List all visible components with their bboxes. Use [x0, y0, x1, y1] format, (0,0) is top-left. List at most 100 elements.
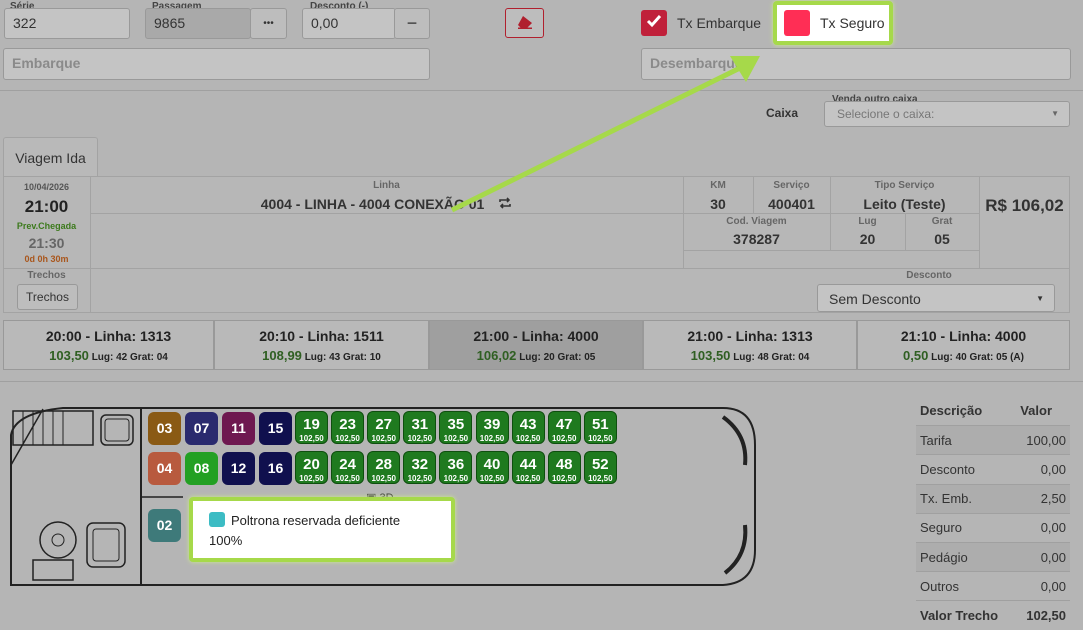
seat-47[interactable]: 47 102,50: [547, 411, 581, 444]
summary-row-value: 0,00: [1040, 520, 1066, 536]
chevron-down-icon: ▼: [1036, 294, 1044, 303]
seat-07[interactable]: 07: [185, 412, 218, 445]
trip-option[interactable]: 21:10 - Linha: 4000 0,50 Lug: 40 Grat: 05…: [857, 320, 1070, 370]
seat-19[interactable]: 19 102,50: [295, 411, 328, 444]
tx-embarque-checkbox[interactable]: [641, 10, 667, 36]
seat-35[interactable]: 35 102,50: [439, 411, 473, 444]
seat-number: 40: [483, 456, 501, 473]
seat-39[interactable]: 39 102,50: [475, 411, 509, 444]
seat-12[interactable]: 12: [222, 452, 255, 485]
trip-option-lug: 40: [955, 352, 967, 363]
seat-price: 102,50: [479, 474, 505, 483]
repeat-icon[interactable]: [498, 196, 512, 212]
lug-value: 20: [859, 231, 876, 247]
seat-number: 47: [555, 416, 573, 433]
summary-head-desc: Descrição: [920, 403, 983, 419]
servico-value: 400401: [768, 196, 815, 212]
seat-04[interactable]: 04: [148, 452, 181, 485]
seat-28[interactable]: 28 102,50: [367, 451, 401, 484]
trip-option[interactable]: 21:00 - Linha: 4000 106,02 Lug: 20 Grat: …: [429, 320, 643, 370]
summary-row-label: Tarifa: [920, 432, 952, 448]
desconto-input[interactable]: 0,00: [302, 8, 396, 39]
summary-total-label: Valor Trecho: [920, 607, 999, 623]
tab-viagem-ida[interactable]: Viagem Ida: [3, 137, 98, 177]
trip-option-title: 20:00 - Linha: 1313: [45, 328, 172, 344]
trip-option-price: 103,50: [690, 348, 731, 363]
seat-number: 20: [303, 456, 320, 473]
seat-price: 102,50: [515, 434, 541, 443]
tx-seguro-checkbox[interactable]: [784, 10, 810, 36]
summary-row: Outros 0,00: [916, 571, 1070, 600]
trip-option-grat-label: Grat:: [130, 352, 154, 363]
seat-16[interactable]: 16: [259, 452, 292, 485]
trip-option-lug-label: Lug:: [304, 352, 327, 363]
seat-20[interactable]: 20 102,50: [295, 451, 328, 484]
passagem-input[interactable]: 9865: [145, 8, 251, 39]
trip-option[interactable]: 20:00 - Linha: 1313 103,50 Lug: 42 Grat: …: [3, 320, 214, 370]
seat-number: 31: [411, 416, 429, 433]
summary-row: Seguro 0,00: [916, 512, 1070, 542]
trip-option-lug: 42: [116, 352, 128, 363]
trechos-caption: Trechos: [27, 270, 66, 281]
serie-input[interactable]: 322: [4, 8, 130, 39]
seat-48[interactable]: 48 102,50: [547, 451, 581, 484]
trip-option-grat-label: Grat:: [969, 352, 994, 363]
seat-15[interactable]: 15: [259, 412, 292, 445]
tipo-servico-value: Leito (Teste): [863, 196, 946, 212]
caixa-select[interactable]: Selecione o caixa: ▼: [824, 101, 1070, 127]
trip-option-price: 108,99: [262, 348, 302, 363]
seat-02[interactable]: 02: [148, 509, 181, 542]
seat-24[interactable]: 24 102,50: [331, 451, 365, 484]
trechos-button[interactable]: Trechos: [17, 284, 78, 310]
seat-price: 102,50: [299, 474, 324, 483]
seat-price: 102,50: [335, 434, 360, 443]
tx-seguro-label: Tx Seguro: [820, 15, 885, 31]
seat-51[interactable]: 51 102,50: [583, 411, 617, 444]
seat-price: 102,50: [299, 434, 324, 443]
trip-option-grat: 04: [798, 352, 810, 363]
seat-27[interactable]: 27 102,50: [367, 411, 401, 444]
prev-chegada-label: Prev.Chegada: [16, 221, 77, 231]
tx-embarque-label: Tx Embarque: [677, 15, 762, 31]
trip-option-grat-label: Grat:: [771, 352, 796, 363]
seat-36[interactable]: 36 102,50: [439, 451, 473, 484]
trip-option-title: 21:00 - Linha: 1313: [687, 328, 813, 344]
passagem-search-button[interactable]: •••: [250, 8, 287, 39]
seat-03[interactable]: 03: [148, 412, 181, 445]
eraser-button[interactable]: [505, 8, 544, 38]
seat-number: 27: [375, 416, 393, 433]
trip-date: 10/04/2026: [23, 182, 70, 192]
embarque-input[interactable]: Embarque: [3, 48, 430, 80]
trip-option-lug: 43: [329, 352, 341, 363]
seat-price: 102,50: [515, 474, 541, 483]
summary-total-value: 102,50: [1026, 607, 1066, 623]
trip-option[interactable]: 20:10 - Linha: 1511 108,99 Lug: 43 Grat: …: [214, 320, 429, 370]
seat-31[interactable]: 31 102,50: [403, 411, 437, 444]
seat-40[interactable]: 40 102,50: [475, 451, 509, 484]
seat-44[interactable]: 44 102,50: [511, 451, 545, 484]
summary-row-value: 100,00: [1026, 432, 1066, 448]
trip-option-price: 106,02: [476, 348, 517, 363]
km-caption: KM: [710, 180, 726, 191]
trip-option-grat: 04: [156, 352, 168, 363]
trip-option-price: 103,50: [49, 348, 89, 363]
seat-price: 102,50: [371, 474, 396, 483]
summary-row-label: Desconto: [920, 461, 975, 477]
desconto-minus-button[interactable]: −: [394, 8, 430, 39]
tooltip-percent: 100%: [209, 533, 243, 548]
seat-43[interactable]: 43 102,50: [511, 411, 545, 444]
seat-52[interactable]: 52 102,50: [583, 451, 617, 484]
summary-row-label: Seguro: [920, 520, 962, 536]
desembarque-input[interactable]: Desembarque: [641, 48, 1071, 80]
seat-23[interactable]: 23 102,50: [331, 411, 365, 444]
seat-08[interactable]: 08: [185, 452, 218, 485]
seat-number: 36: [447, 456, 465, 473]
trip-time: 21:00: [24, 197, 69, 216]
seat-number: 32: [411, 456, 429, 473]
seat-11[interactable]: 11: [222, 412, 255, 445]
trip-option[interactable]: 21:00 - Linha: 1313 103,50 Lug: 48 Grat: …: [643, 320, 857, 370]
seat-32[interactable]: 32 102,50: [403, 451, 437, 484]
desconto-select[interactable]: Sem Desconto ▼: [817, 284, 1055, 312]
trip-option-price: 0,50: [903, 348, 929, 363]
seat-number: 12: [230, 460, 247, 476]
